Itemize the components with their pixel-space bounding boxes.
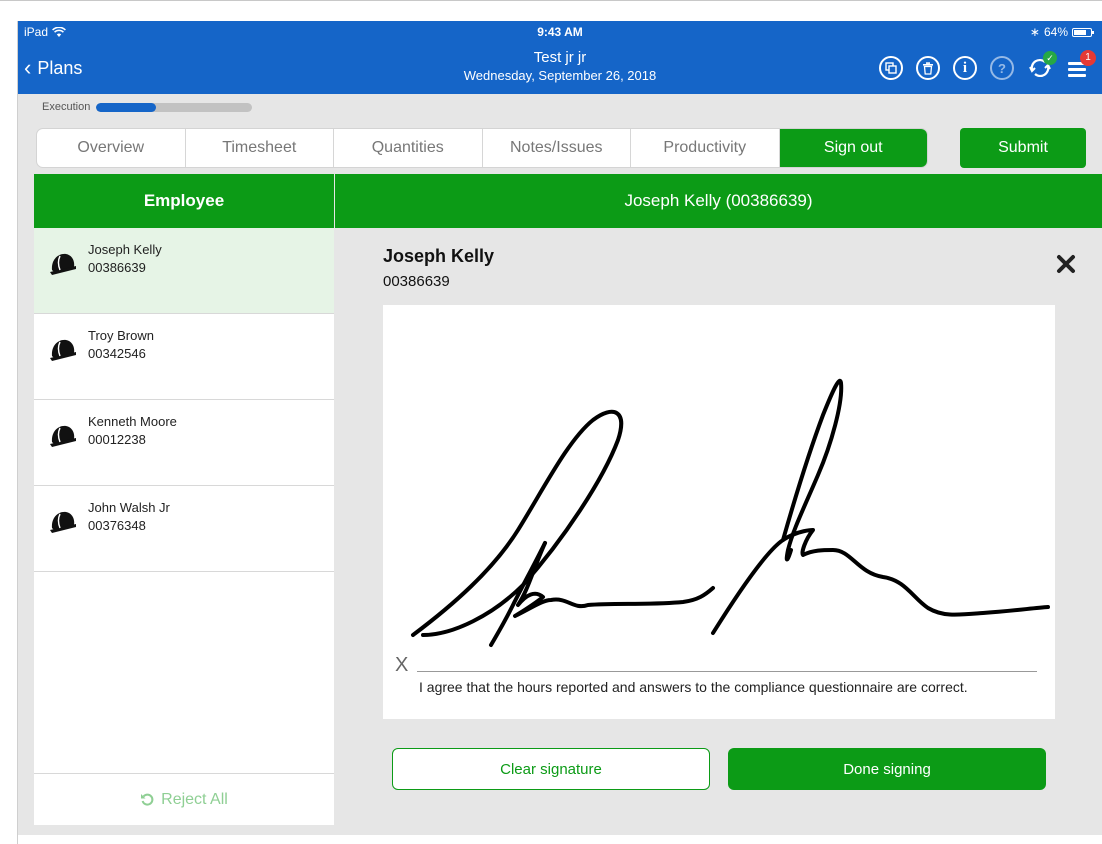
employee-row[interactable]: John Walsh Jr 00376348 bbox=[34, 486, 334, 572]
help-icon[interactable]: ? bbox=[990, 56, 1014, 80]
agreement-text: I agree that the hours reported and answ… bbox=[419, 679, 968, 695]
tab-bar: Overview Timesheet Quantities Notes/Issu… bbox=[36, 128, 928, 168]
signature-x-marker: X bbox=[395, 654, 409, 676]
copy-icon[interactable] bbox=[879, 56, 903, 80]
done-signing-button[interactable]: Done signing bbox=[728, 748, 1046, 790]
trash-glyph bbox=[923, 61, 933, 75]
menu-icon[interactable]: 1 bbox=[1066, 50, 1096, 80]
info-glyph: i bbox=[962, 59, 968, 76]
execution-progress: Execution bbox=[42, 101, 253, 113]
navigation-bar: iPad 9:43 AM ∗ 64% ‹ Plans Test jr jr We… bbox=[18, 21, 1102, 94]
back-label: Plans bbox=[37, 57, 83, 78]
tab-quantities[interactable]: Quantities bbox=[334, 129, 483, 167]
hard-hat-icon bbox=[50, 339, 76, 361]
employee-panel: Employee Joseph Kelly 00386639 Troy Brow… bbox=[34, 174, 334, 825]
clock: 9:43 AM bbox=[537, 25, 583, 39]
signature-strokes bbox=[411, 379, 1050, 647]
sync-ok-badge: ✓ bbox=[1043, 51, 1057, 65]
trash-icon[interactable] bbox=[916, 56, 940, 80]
signature-pad[interactable]: X I agree that the hours reported and an… bbox=[383, 305, 1055, 719]
undo-icon bbox=[141, 793, 154, 806]
employee-id: 00012238 bbox=[88, 432, 146, 447]
signature-panel: Joseph Kelly 00386639 X I agree that the… bbox=[335, 228, 1102, 825]
employee-name: Troy Brown bbox=[88, 328, 154, 343]
hard-hat-icon bbox=[50, 511, 76, 533]
employee-info: Troy Brown 00342546 bbox=[88, 328, 154, 361]
ipad-screen: iPad 9:43 AM ∗ 64% ‹ Plans Test jr jr We… bbox=[18, 21, 1102, 835]
tab-productivity[interactable]: Productivity bbox=[631, 129, 780, 167]
signer-name: Joseph Kelly bbox=[383, 246, 495, 266]
screenshot-frame: iPad 9:43 AM ∗ 64% ‹ Plans Test jr jr We… bbox=[0, 0, 1102, 844]
reject-all-button[interactable]: Reject All bbox=[34, 773, 334, 825]
info-icon[interactable]: i bbox=[953, 56, 977, 80]
submit-button[interactable]: Submit bbox=[960, 128, 1086, 168]
tab-notes-issues[interactable]: Notes/Issues bbox=[483, 129, 631, 167]
progress-track bbox=[96, 102, 253, 112]
employee-name: John Walsh Jr bbox=[88, 500, 170, 515]
tab-timesheet[interactable]: Timesheet bbox=[186, 129, 334, 167]
close-icon[interactable] bbox=[1056, 254, 1076, 274]
tab-overview[interactable]: Overview bbox=[37, 129, 186, 167]
employee-id: 00376348 bbox=[88, 518, 146, 533]
back-button[interactable]: ‹ Plans bbox=[24, 57, 82, 79]
tab-sign-out[interactable]: Sign out bbox=[779, 129, 927, 167]
sync-icon[interactable]: ✓ bbox=[1027, 51, 1057, 81]
battery-icon bbox=[1072, 27, 1094, 37]
employee-row[interactable]: Joseph Kelly 00386639 bbox=[34, 228, 334, 314]
hard-hat-icon bbox=[50, 253, 76, 275]
progress-fill bbox=[96, 102, 156, 112]
employee-header: Employee bbox=[34, 174, 334, 228]
employee-info: Kenneth Moore 00012238 bbox=[88, 414, 177, 447]
chevron-left-icon: ‹ bbox=[24, 55, 32, 80]
employee-name: Kenneth Moore bbox=[88, 414, 177, 429]
employee-id: 00386639 bbox=[88, 260, 146, 275]
signature-line bbox=[417, 671, 1037, 672]
employee-name: Joseph Kelly bbox=[88, 242, 162, 257]
status-right: ∗ 64% bbox=[1029, 25, 1094, 39]
bluetooth-icon: ∗ bbox=[1029, 25, 1040, 39]
battery-percent: 64% bbox=[1043, 25, 1068, 39]
signer-id: 00386639 bbox=[383, 273, 450, 290]
employee-row[interactable]: Kenneth Moore 00012238 bbox=[34, 400, 334, 486]
menu-bar bbox=[1068, 68, 1086, 71]
employee-info: Joseph Kelly 00386639 bbox=[88, 242, 162, 275]
detail-header: Joseph Kelly (00386639) bbox=[335, 174, 1102, 228]
progress-label: Execution bbox=[42, 101, 91, 113]
menu-bar bbox=[1068, 74, 1086, 77]
employee-id: 00342546 bbox=[88, 346, 146, 361]
header-actions: i ? ✓ 1 bbox=[879, 50, 1096, 81]
help-glyph: ? bbox=[998, 60, 1006, 76]
clear-signature-button[interactable]: Clear signature bbox=[392, 748, 710, 790]
notification-badge: 1 bbox=[1080, 50, 1096, 66]
hard-hat-icon bbox=[50, 425, 76, 447]
employee-row[interactable]: Troy Brown 00342546 bbox=[34, 314, 334, 400]
reject-all-label: Reject All bbox=[161, 790, 228, 808]
employee-info: John Walsh Jr 00376348 bbox=[88, 500, 170, 533]
copy-glyph bbox=[885, 62, 897, 74]
